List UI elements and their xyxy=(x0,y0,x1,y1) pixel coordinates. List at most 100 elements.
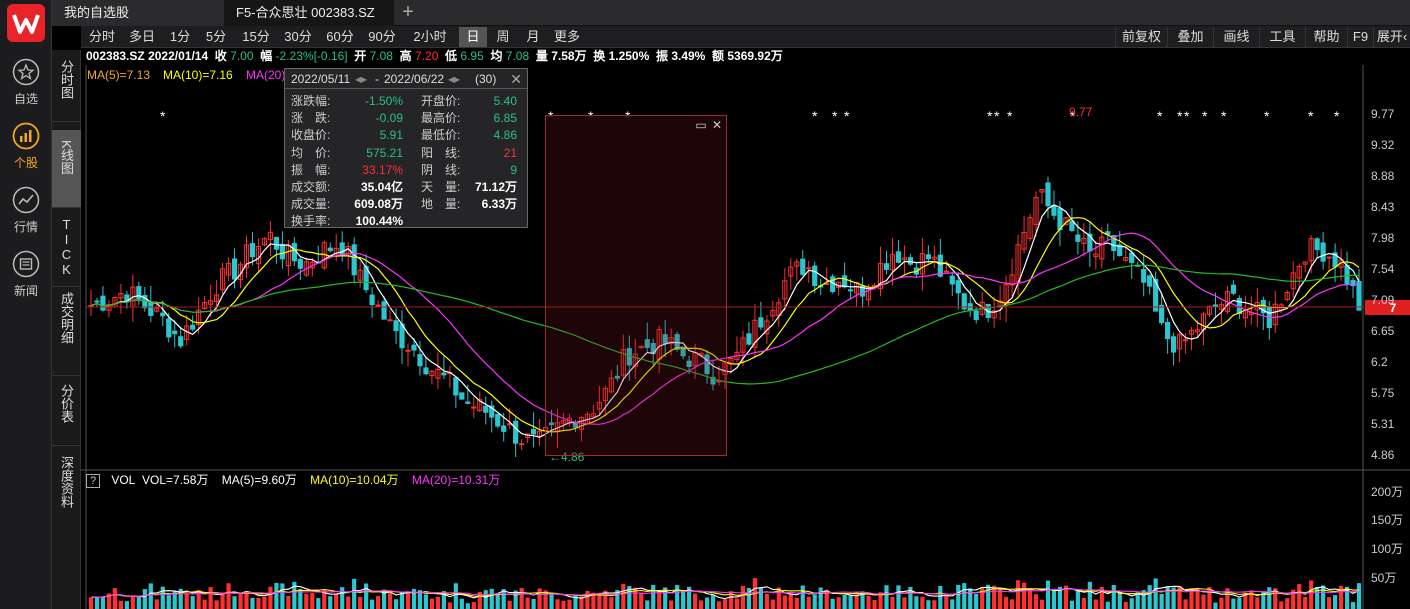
vtab-label: 分时图 xyxy=(59,60,74,99)
candle-body xyxy=(369,294,375,306)
volume-bar xyxy=(184,593,189,609)
tab-trade-details[interactable]: 成交明细 xyxy=(52,290,81,376)
period-button[interactable]: 1分 xyxy=(165,27,195,47)
volume-bar xyxy=(1075,589,1080,609)
volume-bar xyxy=(226,583,231,609)
period-button[interactable]: 5分 xyxy=(201,27,231,47)
volume-tick: 100万 xyxy=(1371,542,1403,556)
tools-button[interactable]: 工具 xyxy=(1259,27,1305,47)
range-start-date: 2022/05/11 xyxy=(291,72,351,86)
volume-bar xyxy=(758,587,763,609)
volume-bar xyxy=(980,587,985,609)
sidebar-item-stock[interactable]: 个股 xyxy=(0,122,52,180)
period-button[interactable]: 15分 xyxy=(237,27,275,47)
vol-ma5: MA(5)=9.60万 xyxy=(221,473,297,487)
candle-body xyxy=(949,275,955,285)
volume-tick: 200万 xyxy=(1371,485,1403,499)
maximize-icon[interactable]: ▭ xyxy=(694,118,708,132)
tab-watchlist[interactable]: 我的自选股 xyxy=(52,0,224,26)
draw-button[interactable]: 画线 xyxy=(1213,27,1259,47)
step-arrows-icon[interactable]: ◂▸ xyxy=(448,69,460,89)
volume-bar xyxy=(507,600,512,609)
period-button[interactable]: 90分 xyxy=(363,27,401,47)
candle-body xyxy=(1356,280,1362,311)
candle-body xyxy=(1057,208,1063,231)
volume-bar xyxy=(1021,582,1027,609)
help-button[interactable]: 帮助 xyxy=(1305,27,1347,47)
volume-bar xyxy=(926,600,931,609)
adjust-button[interactable]: 前复权 xyxy=(1115,27,1167,47)
quote-date: 2022/01/14 xyxy=(148,49,209,63)
stat-label: 天 量: xyxy=(421,180,461,194)
sidebar-item-news[interactable]: 新闻 xyxy=(0,250,52,308)
close-icon[interactable]: ✕ xyxy=(510,69,522,89)
candle-body xyxy=(273,236,280,250)
candle-body xyxy=(806,267,812,270)
quote-info-bar: 002383.SZ 2022/01/14 收 7.00 幅 -2.23%[-0.… xyxy=(86,48,1406,65)
period-button[interactable]: 60分 xyxy=(321,27,359,47)
volume-bar xyxy=(884,585,889,609)
tab-intraday-chart[interactable]: 分时图 xyxy=(52,58,81,122)
volume-bar xyxy=(812,594,817,609)
volume-bar xyxy=(1183,599,1188,609)
sidebar-item-market[interactable]: 行情 xyxy=(0,186,52,244)
close-value: 7.00 xyxy=(230,49,254,63)
period-button[interactable]: 周 xyxy=(489,27,517,47)
period-button[interactable]: 分时 xyxy=(83,27,121,47)
volume-bar xyxy=(274,582,279,609)
volume-bar xyxy=(453,583,458,609)
volume-bar xyxy=(1350,602,1356,609)
volume-bar xyxy=(1303,597,1308,609)
candle-body xyxy=(1212,304,1219,307)
candle-body xyxy=(1314,238,1320,250)
sidebar-item-label: 个股 xyxy=(13,156,38,170)
period-button[interactable]: 30分 xyxy=(279,27,317,47)
wind-logo-icon[interactable] xyxy=(7,4,45,42)
period-toolbar: 分时 多日 1分 5分 15分 30分 60分 90分 2小时 日 周 月 更多… xyxy=(81,26,1410,48)
period-button[interactable]: 2小时 xyxy=(405,27,455,47)
tab-kline-chart[interactable]: K线图 xyxy=(52,130,81,208)
candle-body xyxy=(231,258,238,280)
tab-tick[interactable]: TICK xyxy=(52,215,81,287)
range-stats-panel: 2022/05/11 ◂▸ - 2022/06/22 ◂▸ (30) ✕ 涨跌幅… xyxy=(284,68,528,228)
kline-chart[interactable]: * * * * * * * * * * * * * * * * * * * 7 9.77 9.32 8.88 8.4… xyxy=(81,65,1410,609)
volume-bar xyxy=(1087,581,1092,609)
candle-body xyxy=(1141,268,1147,283)
close-icon[interactable]: ✕ xyxy=(710,118,724,132)
volume-bar xyxy=(1327,597,1332,609)
period-button[interactable]: 月 xyxy=(519,27,547,47)
help-icon[interactable]: ? xyxy=(86,473,100,488)
volume-bar xyxy=(1213,602,1218,609)
volume-bar xyxy=(1321,585,1326,609)
volume-bar xyxy=(112,588,118,609)
volume-bar xyxy=(1201,594,1206,609)
price-tick: 6.2 xyxy=(1371,355,1388,369)
stat-value: 6.33万 xyxy=(481,197,517,212)
period-button-active[interactable]: 日 xyxy=(459,27,487,47)
volume-bar xyxy=(902,597,907,609)
tab-stock-detail[interactable]: F5-合众思壮 002383.SZ xyxy=(224,0,394,26)
expand-button[interactable]: 展开‹ xyxy=(1373,27,1410,47)
candle-body xyxy=(423,367,429,375)
stat-label: 开盘价: xyxy=(421,94,461,108)
add-tab-icon[interactable]: + xyxy=(396,0,420,26)
range-selection[interactable]: ▭ ✕ xyxy=(545,115,727,456)
candle-body xyxy=(291,243,297,262)
stat-value: 100.44% xyxy=(355,214,403,229)
volume-bar xyxy=(842,594,847,609)
step-arrows-icon[interactable]: ◂▸ xyxy=(355,69,367,89)
volume-bar xyxy=(1219,597,1224,609)
close-label: 收 xyxy=(214,49,227,63)
overlay-button[interactable]: 叠加 xyxy=(1167,27,1213,47)
event-star-marker: * xyxy=(812,108,818,124)
candle-body xyxy=(249,243,256,258)
tab-depth-data[interactable]: 深度资料 xyxy=(52,452,81,538)
period-button[interactable]: 更多 xyxy=(549,27,585,47)
volume-bar xyxy=(405,592,411,609)
tab-price-distribution[interactable]: 分价表 xyxy=(52,380,81,446)
sidebar-item-watchlist[interactable]: 自选 xyxy=(0,58,52,116)
price-tick: 9.77 xyxy=(1371,107,1395,121)
f9-button[interactable]: F9 xyxy=(1347,27,1373,47)
event-star-marker: * xyxy=(844,108,850,124)
period-button[interactable]: 多日 xyxy=(123,27,161,47)
